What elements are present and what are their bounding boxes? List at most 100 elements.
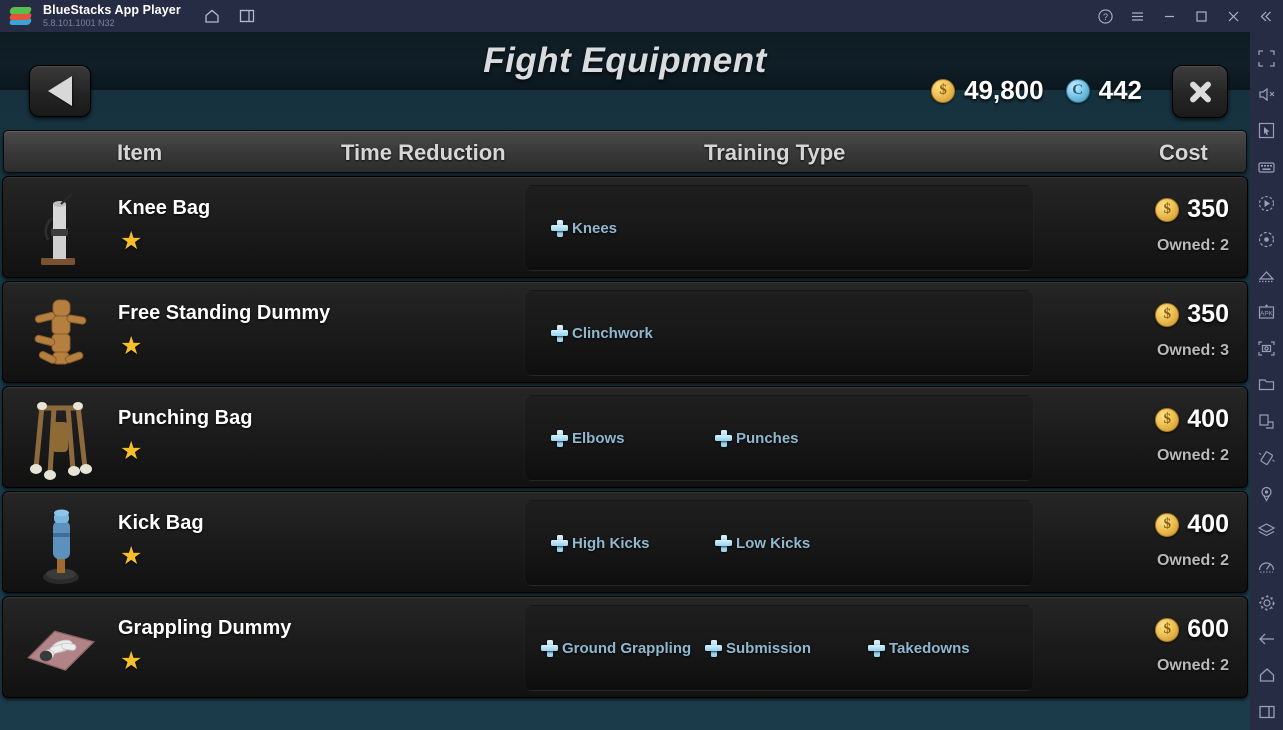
currency-coins: $ 49,800: [931, 75, 1044, 106]
plus-icon: [868, 639, 885, 657]
training-chip-label: Elbows: [572, 429, 625, 447]
menu-icon[interactable]: [1121, 0, 1153, 32]
training-chip-label: Takedowns: [889, 639, 970, 657]
performance-icon[interactable]: [1250, 548, 1283, 584]
close-screen-button[interactable]: [1172, 65, 1228, 118]
table-row[interactable]: Kick Bag ★ High Kicks Low Kicks $ 400 Ow…: [2, 491, 1248, 593]
bluestacks-sidebar: APK: [1250, 32, 1283, 730]
game-viewport: Fight Equipment $ 49,800 C 442 Item Time…: [0, 32, 1250, 730]
install-apk-icon[interactable]: APK: [1250, 294, 1283, 330]
cost-value: 400: [1187, 510, 1229, 538]
free-standing-dummy-thumb: [23, 288, 99, 378]
home-icon[interactable]: [203, 7, 222, 26]
training-chip: Elbows: [551, 429, 625, 447]
training-chip: Submission: [705, 639, 812, 657]
mute-icon[interactable]: [1250, 76, 1283, 112]
gold-coin-icon: $: [1155, 407, 1180, 432]
screenshot-icon[interactable]: [1250, 331, 1283, 367]
android-recents-icon[interactable]: [1250, 694, 1283, 730]
gems-value: 442: [1098, 75, 1142, 105]
grappling-dummy-thumb: [23, 603, 99, 693]
currency-gems: C 442: [1065, 75, 1142, 106]
training-chip-label: Knees: [572, 219, 618, 237]
android-back-icon[interactable]: [1250, 621, 1283, 657]
app-title: BlueStacks App Player: [43, 2, 181, 17]
collapse-sidebar-icon[interactable]: [1249, 0, 1281, 32]
owned-label: Owned: 2: [1156, 552, 1229, 569]
training-chip-label: Ground Grappling: [562, 639, 692, 657]
training-type-box: Ground Grappling Submission Takedowns: [524, 605, 1034, 691]
table-row[interactable]: Knee Bag ★ Knees $ 350 Owned: 2: [2, 176, 1248, 278]
training-type-box: Elbows Punches: [524, 395, 1034, 481]
titlebar-icon-group: [203, 7, 257, 26]
bluestacks-titlebar: BlueStacks App Player 5.8.101.1001 N32 ?: [0, 0, 1283, 32]
plus-icon: [715, 534, 732, 552]
keyboard-controls-icon[interactable]: [1250, 149, 1283, 185]
gold-coin-icon: $: [931, 78, 956, 103]
training-type-box: High Kicks Low Kicks: [524, 500, 1034, 586]
plus-icon: [541, 639, 558, 657]
cost-value: 350: [1187, 195, 1229, 223]
kick-bag-thumb: [23, 498, 99, 588]
pointer-icon[interactable]: [1250, 113, 1283, 149]
training-chip-label: High Kicks: [572, 534, 650, 552]
item-name: Knee Bag: [118, 197, 211, 219]
table-header: Item Time Reduction Training Type Cost: [3, 130, 1247, 173]
plus-icon: [551, 534, 568, 552]
media-folder-icon[interactable]: [1250, 367, 1283, 403]
plus-icon: [551, 429, 568, 447]
multi-instance-icon[interactable]: [238, 7, 257, 26]
android-home-icon[interactable]: [1250, 657, 1283, 693]
fullscreen-icon[interactable]: [1250, 40, 1283, 76]
training-chip: Ground Grappling: [541, 639, 692, 657]
layers-icon[interactable]: [1250, 512, 1283, 548]
training-type-box: Clinchwork: [524, 290, 1034, 376]
back-button[interactable]: [29, 65, 91, 117]
close-icon[interactable]: [1217, 0, 1249, 32]
blue-token-icon: C: [1065, 78, 1090, 103]
item-name: Grappling Dummy: [118, 617, 292, 639]
training-chip-label: Punches: [736, 429, 799, 447]
equipment-list: Knee Bag ★ Knees $ 350 Owned: 2 Free Sta…: [0, 176, 1250, 701]
record-macro-icon[interactable]: [1250, 185, 1283, 221]
location-icon[interactable]: [1250, 476, 1283, 512]
star-rating: ★: [120, 647, 143, 675]
screen-record-icon[interactable]: [1250, 222, 1283, 258]
close-x-icon: [1185, 77, 1215, 107]
plus-icon: [551, 324, 568, 342]
plus-icon: [551, 219, 568, 237]
training-chip-label: Submission: [726, 639, 812, 657]
rotate-window-icon[interactable]: [1250, 403, 1283, 439]
minimize-icon[interactable]: [1153, 0, 1185, 32]
app-version: 5.8.101.1001 N32: [43, 17, 115, 28]
help-icon[interactable]: ?: [1089, 0, 1121, 32]
owned-label: Owned: 2: [1156, 237, 1229, 254]
cost-cell: $ 400 Owned: 2: [1014, 492, 1229, 594]
training-chip-label: Clinchwork: [572, 324, 653, 342]
svg-text:?: ?: [1102, 12, 1107, 22]
item-name: Kick Bag: [118, 512, 204, 534]
window-controls: ?: [1089, 0, 1283, 32]
knee-bag-thumb: [23, 183, 99, 273]
star-rating: ★: [120, 332, 143, 360]
owned-label: Owned: 3: [1156, 342, 1229, 359]
gold-coin-icon: $: [1155, 302, 1180, 327]
settings-icon[interactable]: [1250, 585, 1283, 621]
shake-icon[interactable]: [1250, 439, 1283, 475]
cost-cell: $ 400 Owned: 2: [1014, 387, 1229, 489]
column-header-time-reduction: Time Reduction: [341, 139, 506, 165]
plus-icon: [705, 639, 722, 657]
multi-instance-manager-icon[interactable]: [1250, 258, 1283, 294]
table-row[interactable]: Free Standing Dummy ★ Clinchwork $ 350 O…: [2, 281, 1248, 383]
cost-cell: $ 350 Owned: 3: [1014, 282, 1229, 384]
gold-coin-icon: $: [1155, 512, 1180, 537]
currency-group: $ 49,800 C 442: [931, 75, 1142, 106]
training-chip: High Kicks: [551, 534, 650, 552]
training-chip-label: Low Kicks: [736, 534, 811, 552]
table-row[interactable]: Grappling Dummy ★ Ground Grappling Submi…: [2, 596, 1248, 698]
maximize-icon[interactable]: [1185, 0, 1217, 32]
table-row[interactable]: Punching Bag ★ Elbows Punches $ 400 Owne…: [2, 386, 1248, 488]
column-header-cost: Cost: [1159, 139, 1208, 165]
training-chip: Punches: [715, 429, 799, 447]
cost-value: 600: [1187, 615, 1229, 643]
